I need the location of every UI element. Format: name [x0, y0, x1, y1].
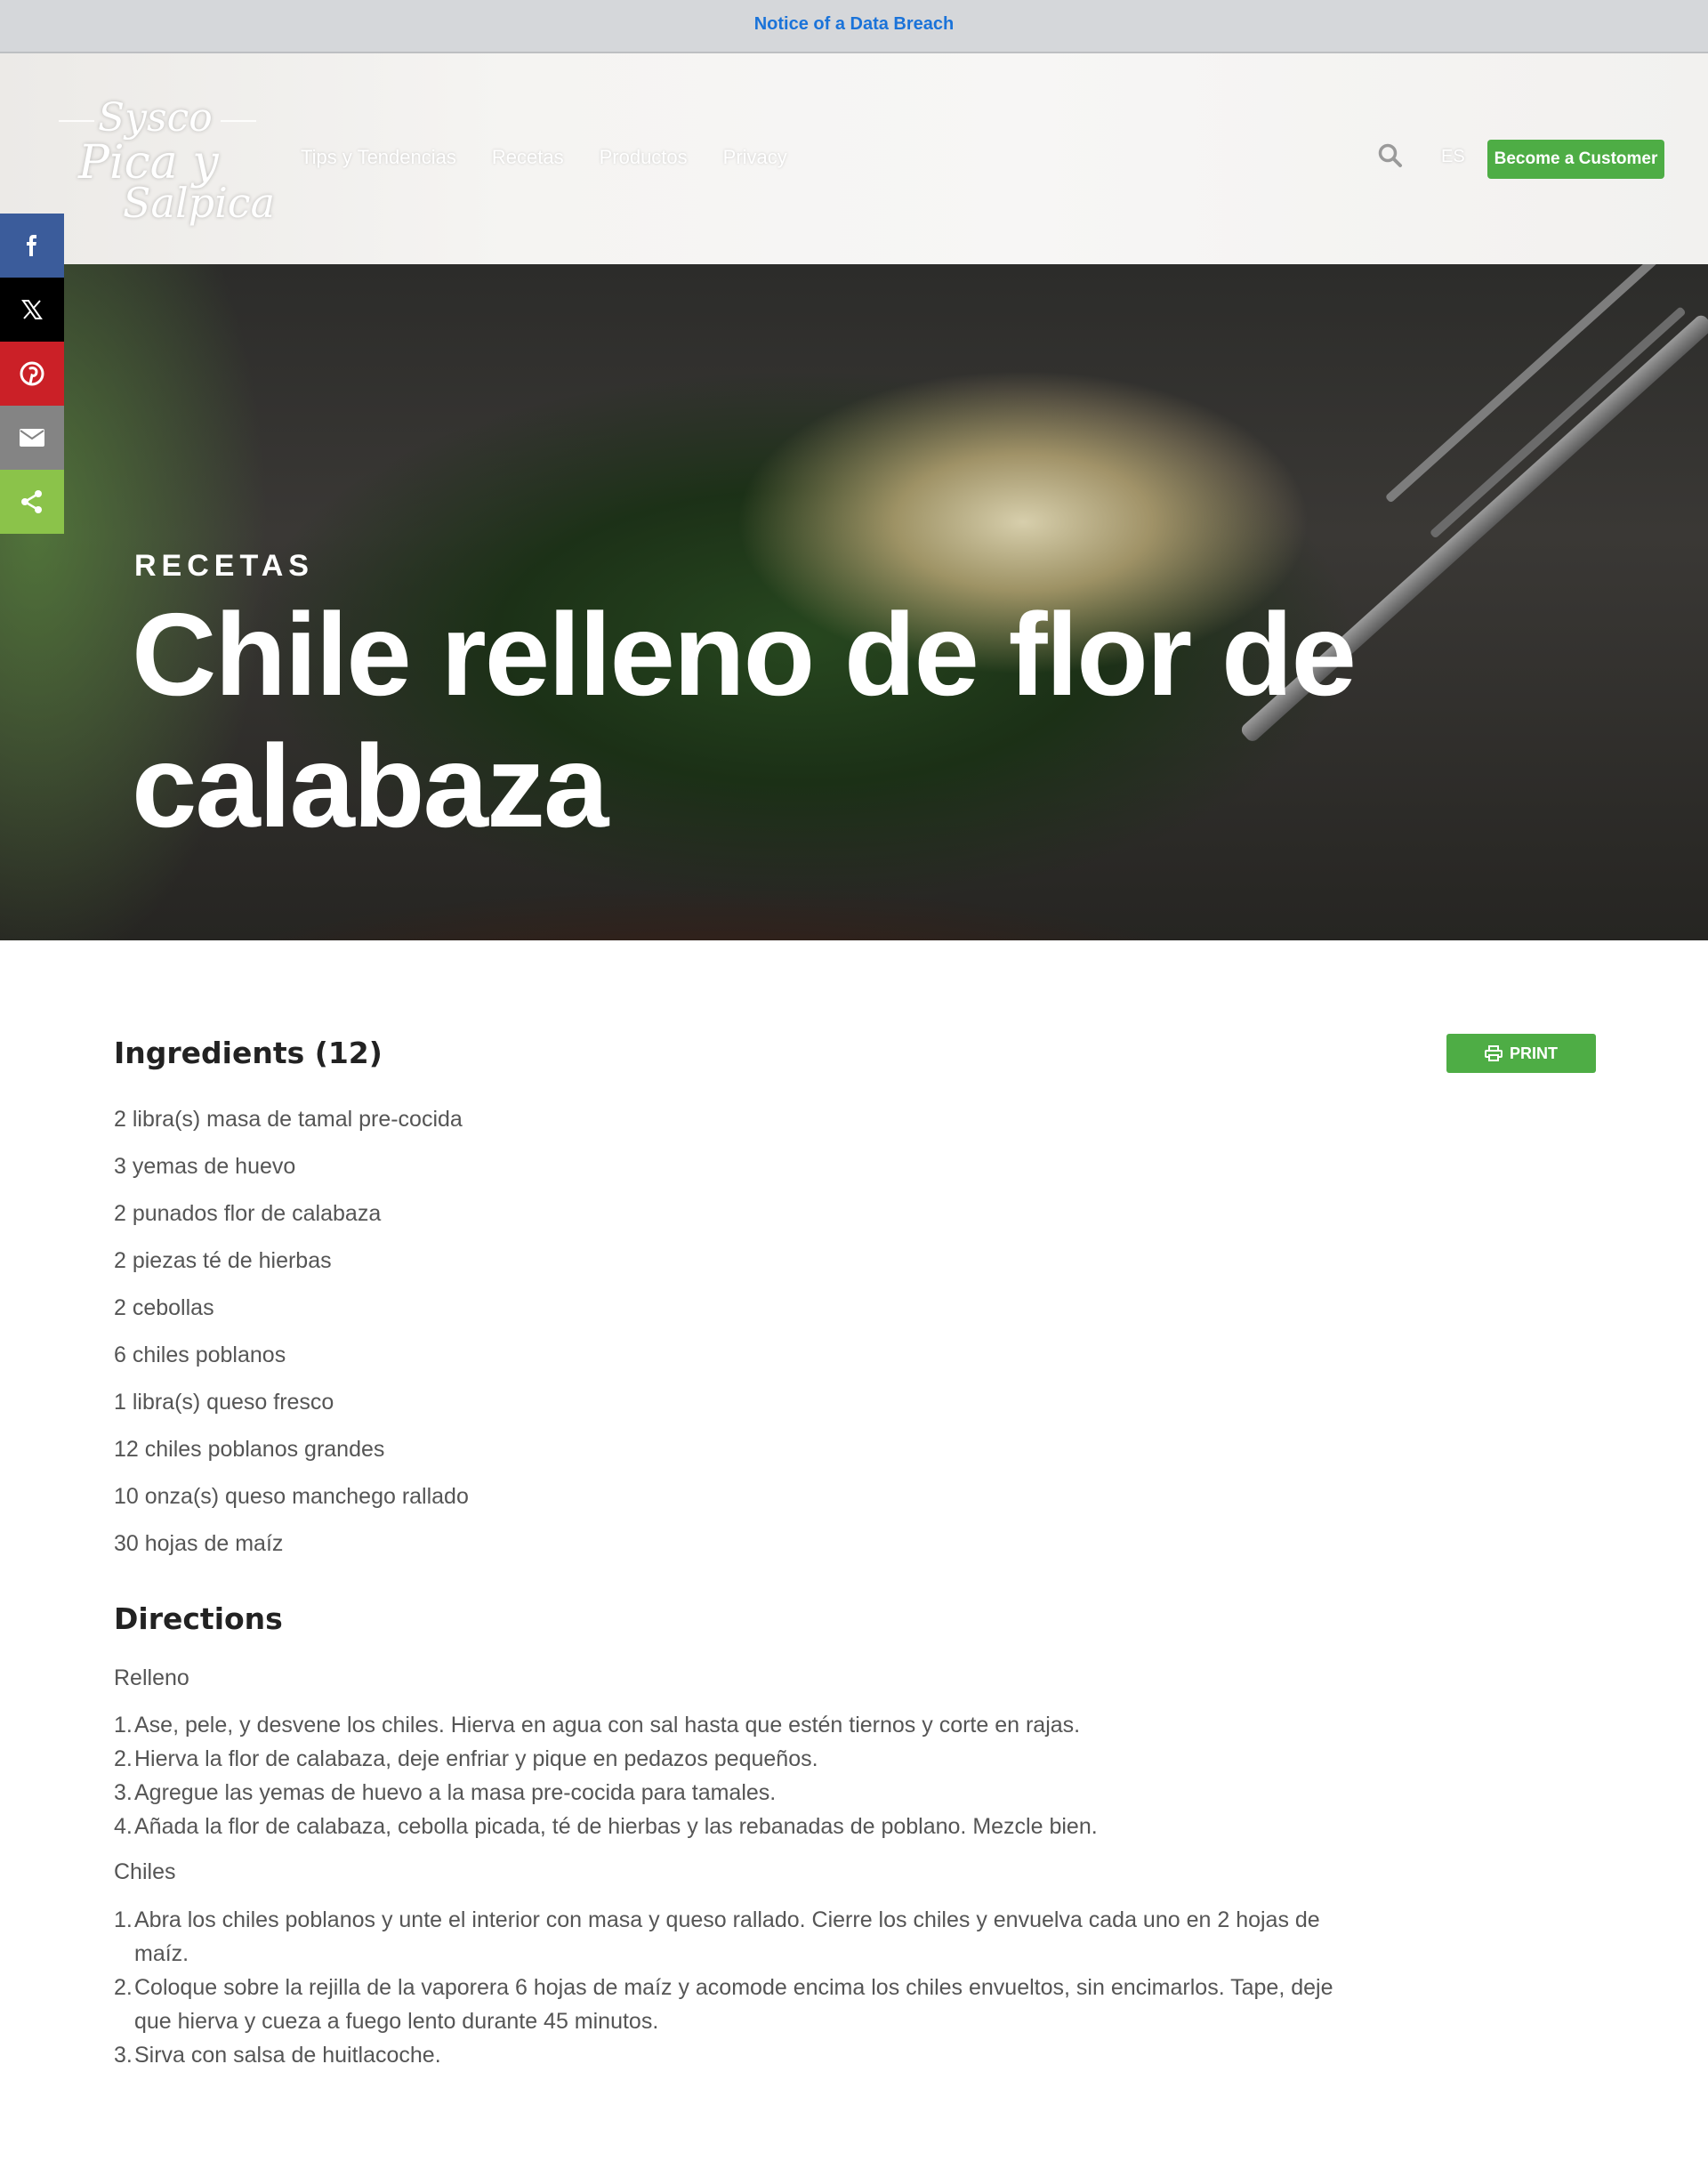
- list-item: 10 onza(s) queso manchego rallado: [114, 1484, 469, 1509]
- step-item: 4. Añada la flor de calabaza, cebolla pic…: [114, 1814, 1098, 1839]
- data-breach-notice-link[interactable]: Notice of a Data Breach: [754, 0, 955, 48]
- share-icon: [21, 490, 42, 513]
- step-item: 1. Ase, pele, y desvene los chiles. Hierv…: [114, 1713, 1081, 1738]
- share-bar: [0, 214, 64, 534]
- become-customer-button[interactable]: Become a Customer: [1487, 140, 1664, 179]
- share-x-button[interactable]: [0, 278, 64, 342]
- print-button[interactable]: PRINT: [1446, 1034, 1596, 1073]
- x-icon: [21, 300, 43, 319]
- notice-bar: Notice of a Data Breach: [0, 0, 1708, 53]
- nav-item-privacy[interactable]: Privacy: [723, 146, 787, 169]
- print-label: PRINT: [1510, 1044, 1558, 1062]
- logo-script-line2: Salpica: [123, 179, 275, 227]
- printer-icon: [1485, 1036, 1503, 1076]
- list-item: 6 chiles poblanos: [114, 1342, 286, 1367]
- step-item: 2. Hierva la flor de calabaza, deje enfri…: [114, 1746, 818, 1771]
- pinterest-icon: [20, 361, 44, 386]
- site-logo[interactable]: Sysco Pica y Salpica: [52, 93, 275, 227]
- logo-brand: Sysco: [98, 95, 213, 141]
- email-icon: [20, 429, 44, 447]
- share-pinterest-button[interactable]: [0, 342, 64, 406]
- list-item: 2 libra(s) masa de tamal pre-cocida: [114, 1107, 463, 1132]
- share-more-button[interactable]: [0, 470, 64, 534]
- step-item: 1. Abra los chiles poblanos y unte el int…: [114, 1907, 1320, 1966]
- list-item: 3 yemas de huevo: [114, 1154, 296, 1179]
- directions-steps-chiles: 1. Abra los chiles poblanos y unte el int…: [114, 1903, 1341, 2072]
- step-item: 3. Agregue las yemas de huevo a la masa p…: [114, 1780, 777, 1805]
- list-item: 30 hojas de maíz: [114, 1531, 284, 1556]
- hero-category: RECETAS: [134, 549, 314, 583]
- nav-item-tips[interactable]: Tips y Tendencias: [301, 146, 456, 169]
- facebook-icon: [27, 235, 36, 256]
- step-item: 3. Sirva con salsa de huitlacoche.: [114, 2043, 441, 2068]
- list-item: 2 punados flor de calabaza: [114, 1201, 382, 1226]
- list-item: 2 piezas té de hierbas: [114, 1248, 332, 1273]
- nav-item-recetas[interactable]: Recetas: [492, 146, 564, 169]
- ingredients-heading: Ingredients (12): [114, 1036, 383, 1070]
- share-email-button[interactable]: [0, 406, 64, 470]
- list-item: 1 libra(s) queso fresco: [114, 1390, 334, 1415]
- step-item: 2. Coloque sobre la rejilla de la vaporer…: [114, 1975, 1333, 2034]
- list-item: 12 chiles poblanos grandes: [114, 1437, 385, 1462]
- search-button[interactable]: [1377, 142, 1406, 171]
- search-icon: [1378, 143, 1402, 167]
- share-facebook-button[interactable]: [0, 214, 64, 278]
- directions-section-title: Relleno: [114, 1665, 189, 1690]
- main-nav: Tips y Tendencias Recetas Productos Priv…: [301, 146, 787, 169]
- language-switch[interactable]: ES: [1441, 147, 1465, 167]
- directions-heading: Directions: [114, 1601, 283, 1636]
- nav-item-productos[interactable]: Productos: [600, 146, 688, 169]
- logo-divider: [221, 120, 256, 122]
- page-title: Chile relleno de flor de calabaza: [132, 589, 1357, 851]
- hero-banner: RECETAS Chile relleno de flor de calabaz…: [0, 264, 1708, 940]
- directions-steps-relleno: 1. Ase, pele, y desvene los chiles. Hierv…: [114, 1708, 1341, 1843]
- logo-divider: [59, 120, 94, 122]
- list-item: 2 cebollas: [114, 1295, 214, 1320]
- directions-section-title: Chiles: [114, 1859, 176, 1884]
- ingredient-list: 2 libra(s) masa de tamal pre-cocida 3 ye…: [114, 1096, 469, 1568]
